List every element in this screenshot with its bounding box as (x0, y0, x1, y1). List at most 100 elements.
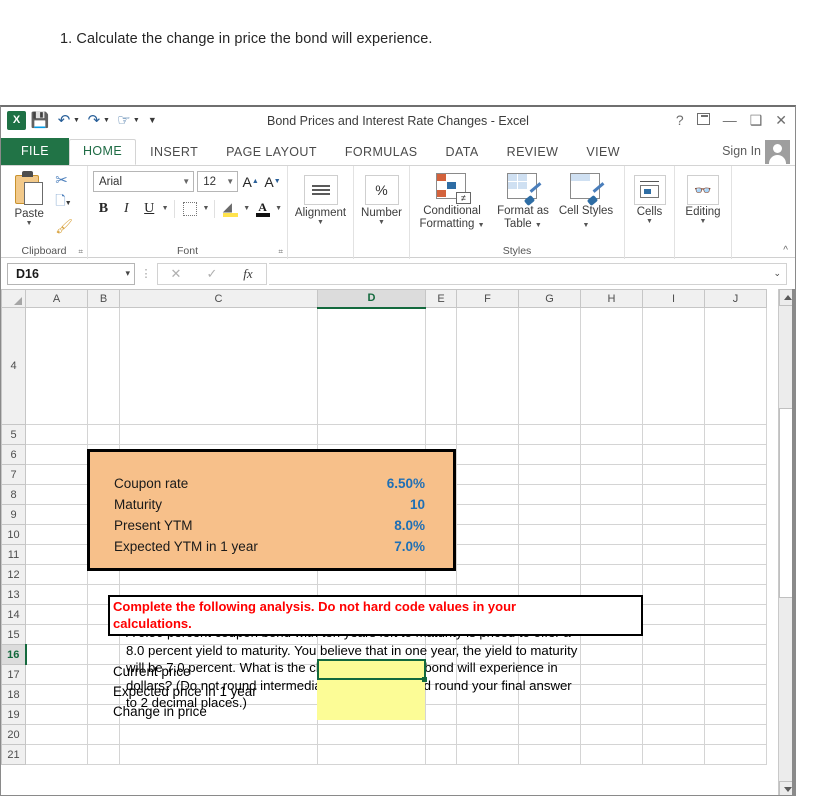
cell-F11[interactable] (456, 544, 519, 565)
font-name-dropdown-icon[interactable]: ▼ (178, 177, 190, 186)
cell-B20[interactable] (87, 724, 120, 745)
row-header-9[interactable]: 9 (1, 504, 26, 525)
column-header-f[interactable]: F (456, 289, 519, 308)
cell-H12[interactable] (580, 564, 643, 585)
cell-J8[interactable] (704, 484, 767, 505)
cell-J14[interactable] (704, 604, 767, 625)
cell-I16[interactable] (642, 644, 705, 665)
shrink-font-icon[interactable]: A ▼ (263, 171, 282, 192)
tab-insert[interactable]: INSERT (136, 140, 212, 165)
expand-formula-bar-icon[interactable]: ⌄ (773, 268, 781, 279)
ribbon-display-options-icon[interactable] (696, 112, 710, 128)
row-header-10[interactable]: 10 (1, 524, 26, 545)
cell-A18[interactable] (25, 684, 88, 705)
active-cell-d16[interactable] (317, 659, 426, 680)
cell-J10[interactable] (704, 524, 767, 545)
italic-button[interactable]: I (116, 198, 137, 219)
cell-F5[interactable] (456, 424, 519, 445)
cell-J4[interactable] (704, 307, 767, 425)
cell-J21[interactable] (704, 744, 767, 765)
column-header-e[interactable]: E (425, 289, 457, 308)
cell-I14[interactable] (642, 604, 705, 625)
cell-I21[interactable] (642, 744, 705, 765)
copy-dropdown-icon[interactable]: ▼ (65, 200, 72, 207)
cell-H16[interactable] (580, 644, 643, 665)
cell-A17[interactable] (25, 664, 88, 685)
cell-G7[interactable] (518, 464, 581, 485)
cell-F8[interactable] (456, 484, 519, 505)
format-as-table-dropdown-icon[interactable]: ▼ (535, 222, 542, 229)
cell-styles-button[interactable]: Cell Styles ▼ (557, 172, 615, 230)
cell-I20[interactable] (642, 724, 705, 745)
cell-F4[interactable] (456, 307, 519, 425)
cell-D4[interactable] (317, 307, 426, 425)
cell-A14[interactable] (25, 604, 88, 625)
input-value-maturity[interactable]: 10 (301, 497, 425, 512)
cell-H5[interactable] (580, 424, 643, 445)
cell-I7[interactable] (642, 464, 705, 485)
cell-A13[interactable] (25, 584, 88, 605)
minimize-icon[interactable]: — (723, 112, 737, 128)
cell-D20[interactable] (317, 724, 426, 745)
row-header-16[interactable]: 16 (1, 644, 27, 665)
alignment-button[interactable]: Alignment ▼ (293, 175, 348, 226)
column-header-b[interactable]: B (87, 289, 120, 308)
tab-page-layout[interactable]: PAGE LAYOUT (212, 140, 331, 165)
enter-formula-icon[interactable]: ✓ (194, 266, 230, 282)
cell-J9[interactable] (704, 504, 767, 525)
row-header-12[interactable]: 12 (1, 564, 26, 585)
underline-dropdown-icon[interactable]: ▼ (162, 205, 169, 212)
cell-A19[interactable] (25, 704, 88, 725)
cell-F10[interactable] (456, 524, 519, 545)
collapse-ribbon-icon[interactable]: ^ (783, 245, 788, 256)
cell-F20[interactable] (456, 724, 519, 745)
tab-data[interactable]: DATA (432, 140, 493, 165)
cell-C5[interactable] (119, 424, 318, 445)
cell-I10[interactable] (642, 524, 705, 545)
cell-J15[interactable] (704, 624, 767, 645)
row-header-13[interactable]: 13 (1, 584, 26, 605)
cell-I9[interactable] (642, 504, 705, 525)
row-header-5[interactable]: 5 (1, 424, 26, 445)
cell-G4[interactable] (518, 307, 581, 425)
tab-review[interactable]: REVIEW (493, 140, 573, 165)
cell-B4[interactable] (87, 307, 120, 425)
tab-formulas[interactable]: FORMULAS (331, 140, 432, 165)
number-dropdown-icon[interactable]: ▼ (378, 219, 385, 226)
cell-G21[interactable] (518, 744, 581, 765)
column-header-h[interactable]: H (580, 289, 643, 308)
format-painter-icon[interactable]: 🖌 (55, 218, 82, 235)
cell-G12[interactable] (518, 564, 581, 585)
cell-C21[interactable] (119, 744, 318, 765)
cell-I13[interactable] (642, 584, 705, 605)
scissors-icon[interactable]: ✂ (55, 173, 82, 188)
grow-font-icon[interactable]: A ▲ (241, 171, 260, 192)
column-header-a[interactable]: A (25, 289, 88, 308)
cell-F9[interactable] (456, 504, 519, 525)
cell-F7[interactable] (456, 464, 519, 485)
column-header-g[interactable]: G (518, 289, 581, 308)
format-as-table-button[interactable]: Format as Table ▼ (492, 172, 554, 230)
editing-button[interactable]: 👓 Editing ▼ (680, 175, 726, 225)
editing-dropdown-icon[interactable]: ▼ (700, 218, 707, 225)
bold-button[interactable]: B (93, 198, 114, 219)
cell-A12[interactable] (25, 564, 88, 585)
cell-E4[interactable] (425, 307, 457, 425)
cell-H11[interactable] (580, 544, 643, 565)
cell-J12[interactable] (704, 564, 767, 585)
tab-home[interactable]: HOME (69, 139, 137, 165)
row-header-11[interactable]: 11 (1, 544, 26, 565)
cell-styles-dropdown-icon[interactable]: ▼ (583, 222, 590, 229)
cell-A4[interactable] (25, 307, 88, 425)
cell-A10[interactable] (25, 524, 88, 545)
font-color-dropdown-icon[interactable]: ▼ (275, 205, 282, 212)
row-header-4[interactable]: 4 (1, 307, 26, 425)
row-header-21[interactable]: 21 (1, 744, 26, 765)
cell-J5[interactable] (704, 424, 767, 445)
restore-icon[interactable]: ❑ (750, 112, 763, 128)
row-header-19[interactable]: 19 (1, 704, 26, 725)
cell-J11[interactable] (704, 544, 767, 565)
cell-H10[interactable] (580, 524, 643, 545)
row-header-6[interactable]: 6 (1, 444, 26, 465)
column-header-c[interactable]: C (119, 289, 318, 308)
